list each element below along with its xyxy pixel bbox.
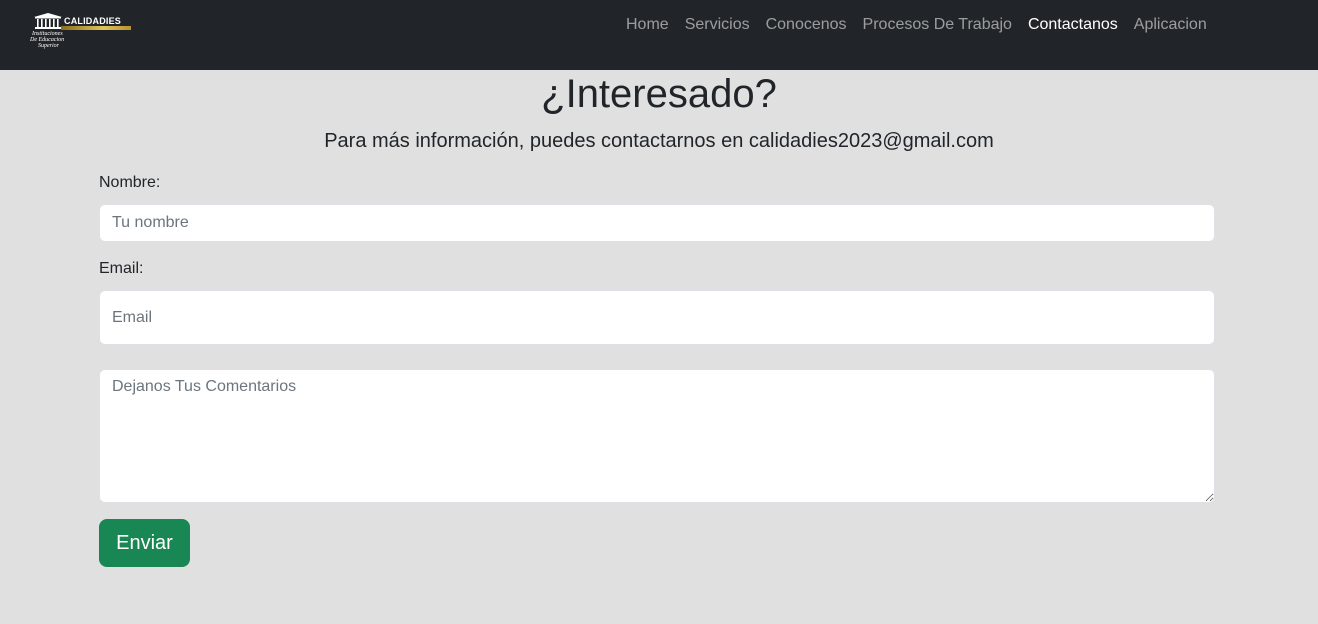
brand-subtitle: Instituciones De Educacion Superior xyxy=(30,31,64,49)
brand-subtitle-line: Superior xyxy=(38,43,59,49)
page-subtitle: Para más información, puedes contactarno… xyxy=(324,130,994,152)
brand-gold-bar xyxy=(61,26,131,30)
nav-menu: Home Servicios Conocenos Procesos De Tra… xyxy=(618,0,1215,50)
nav-link-contactanos[interactable]: Contactanos xyxy=(1020,16,1126,34)
nav-link-home[interactable]: Home xyxy=(618,16,677,34)
email-label: Email: xyxy=(99,260,144,277)
building-columns-icon xyxy=(34,13,62,29)
comments-textarea[interactable] xyxy=(99,369,1215,503)
page-title: ¿Interesado? xyxy=(541,72,777,116)
name-input[interactable] xyxy=(99,204,1215,242)
nav-link-servicios[interactable]: Servicios xyxy=(677,16,758,34)
brand-logo[interactable]: CALIDADIES Instituciones De Educacion Su… xyxy=(30,12,134,56)
brand-name: CALIDADIES xyxy=(64,16,122,26)
submit-button[interactable]: Enviar xyxy=(99,519,190,567)
name-label: Nombre: xyxy=(99,174,161,191)
nav-link-procesos-de-trabajo[interactable]: Procesos De Trabajo xyxy=(855,16,1020,34)
nav-link-conocenos[interactable]: Conocenos xyxy=(758,16,855,34)
nav-link-aplicacion[interactable]: Aplicacion xyxy=(1126,16,1215,34)
email-input[interactable] xyxy=(99,290,1215,345)
navbar: CALIDADIES Instituciones De Educacion Su… xyxy=(0,0,1318,70)
